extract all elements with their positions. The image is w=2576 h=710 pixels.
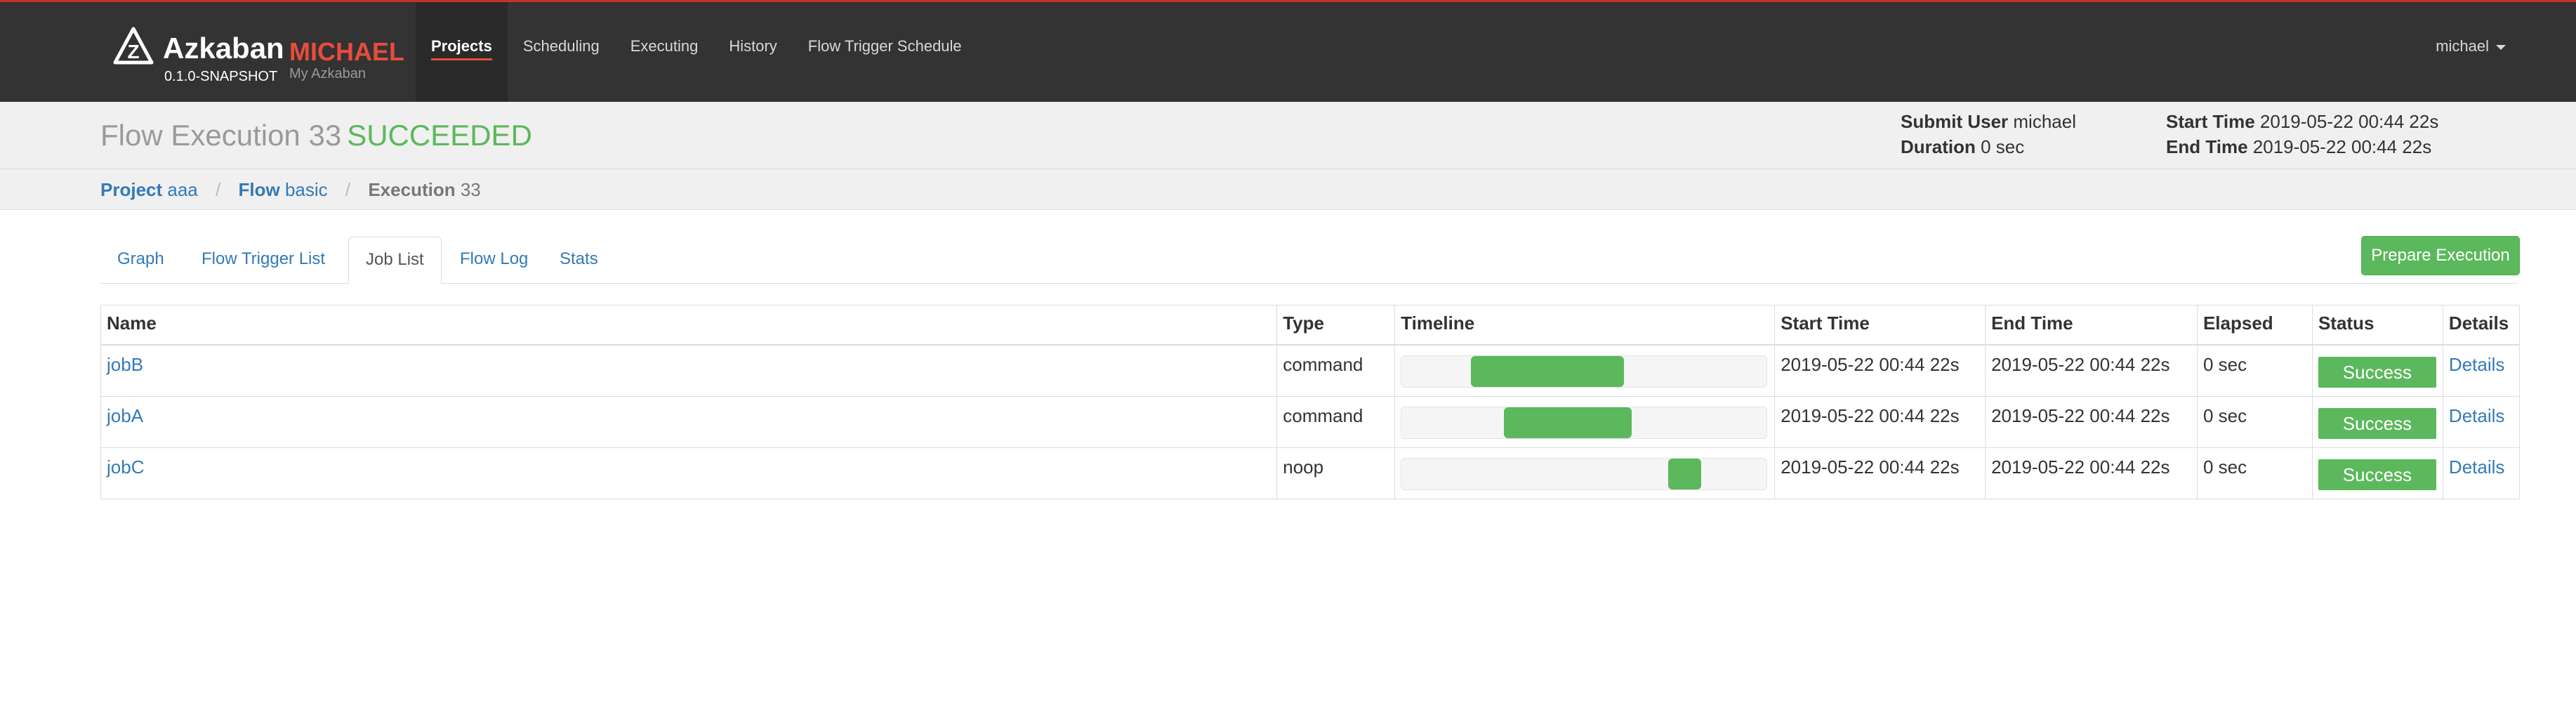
job-elapsed: 0 sec	[2196, 447, 2313, 499]
job-details-link[interactable]: Details	[2449, 456, 2504, 478]
end-time-value: 2019-05-22 00:44 22s	[2252, 136, 2432, 157]
job-list-table: Name Type Timeline Start Time End Time E…	[100, 305, 2521, 499]
breadcrumb-project-value: aaa	[167, 179, 198, 200]
breadcrumb-project-label: Project	[100, 179, 163, 200]
status-badge: Success	[2318, 407, 2436, 439]
user-name: michael	[2436, 37, 2489, 55]
job-start-time: 2019-05-22 00:44 22s	[1774, 447, 1986, 499]
column-header: Details	[2442, 305, 2521, 346]
job-end-time: 2019-05-22 00:44 22s	[1985, 395, 2198, 448]
column-header: Type	[1276, 305, 1396, 346]
nav-flow-trigger-schedule[interactable]: Flow Trigger Schedule	[793, 2, 977, 104]
main-nav: Projects Scheduling Executing History Fl…	[416, 2, 977, 104]
job-details-link[interactable]: Details	[2449, 405, 2504, 426]
active-underline	[431, 58, 492, 60]
start-time-value: 2019-05-22 00:44 22s	[2259, 111, 2439, 132]
page-title: Flow Execution 33 SUCCEEDED	[100, 119, 532, 152]
job-details-link[interactable]: Details	[2449, 354, 2504, 375]
tab-stats[interactable]: Stats	[543, 237, 615, 283]
job-start-time: 2019-05-22 00:44 22s	[1774, 395, 1986, 448]
breadcrumb-items: Project aaa / Flow basic / Execution 33	[100, 178, 481, 202]
status-badge: Success	[2318, 356, 2436, 388]
breadcrumb-project[interactable]: Project aaa	[100, 179, 198, 200]
execution-title: Flow Execution 33	[100, 119, 342, 152]
job-timeline	[1401, 406, 1768, 439]
column-header: Name	[100, 305, 1278, 346]
end-time-label: End Time	[2166, 136, 2248, 157]
job-elapsed: 0 sec	[2196, 344, 2313, 397]
tab-flow-trigger-list[interactable]: Flow Trigger List	[185, 237, 342, 283]
breadcrumb-execution-label: Execution	[368, 179, 456, 200]
tab-graph[interactable]: Graph	[100, 237, 181, 283]
job-end-time: 2019-05-22 00:44 22s	[1985, 447, 2198, 499]
submit-user-label: Submit User	[1901, 111, 2009, 132]
brand[interactable]: Z Azkaban MICHAEL 0.1.0-SNAPSHOT My Azka…	[107, 22, 404, 86]
azkaban-logo-icon: Z	[113, 27, 154, 65]
top-navbar: Z Azkaban MICHAEL 0.1.0-SNAPSHOT My Azka…	[0, 0, 2576, 104]
column-header: End Time	[1985, 305, 2198, 346]
table-row: jobB command 2019-05-22 00:44 22s 2019-0…	[100, 344, 2521, 397]
table-row: jobA command 2019-05-22 00:44 22s 2019-0…	[100, 395, 2521, 448]
job-end-time: 2019-05-22 00:44 22s	[1985, 344, 2198, 397]
svg-text:Z: Z	[127, 41, 139, 63]
breadcrumb-separator: /	[216, 179, 221, 200]
job-name-link[interactable]: jobC	[107, 456, 144, 478]
timeline-bar	[1471, 355, 1625, 387]
nav-label: Projects	[431, 37, 492, 55]
job-type: command	[1276, 344, 1396, 397]
execution-meta-left: Submit User michael Duration 0 sec	[1901, 109, 2076, 159]
job-type: command	[1276, 395, 1396, 448]
nav-scheduling[interactable]: Scheduling	[508, 2, 615, 104]
breadcrumb: Project aaa / Flow basic / Execution 33	[0, 169, 2576, 210]
nav-label: History	[729, 37, 777, 55]
tab-job-list[interactable]: Job List	[348, 237, 442, 284]
nav-executing[interactable]: Executing	[615, 2, 714, 104]
column-header: Start Time	[1774, 305, 1986, 346]
submit-user-value: michael	[2013, 111, 2076, 132]
table-row: jobC noop 2019-05-22 00:44 22s 2019-05-2…	[100, 447, 2521, 499]
breadcrumb-flow-value: basic	[284, 179, 328, 200]
nav-projects[interactable]: Projects	[416, 2, 508, 104]
tab-flow-log[interactable]: Flow Log	[443, 237, 545, 283]
nav-label: Executing	[630, 37, 699, 55]
breadcrumb-flow[interactable]: Flow basic	[238, 179, 327, 200]
job-type: noop	[1276, 447, 1396, 499]
timeline-bar	[1503, 407, 1632, 438]
brand-subtitle: My Azkaban	[289, 66, 366, 81]
job-name-link[interactable]: jobA	[107, 405, 143, 426]
column-header: Status	[2311, 305, 2443, 346]
table-header-row: Name Type Timeline Start Time End Time E…	[100, 305, 2521, 346]
breadcrumb-execution-value: 33	[460, 179, 481, 200]
execution-meta-right: Start Time 2019-05-22 00:44 22s End Time…	[2166, 109, 2438, 159]
job-start-time: 2019-05-22 00:44 22s	[1774, 344, 1986, 397]
user-menu[interactable]: michael	[2436, 37, 2506, 55]
duration-label: Duration	[1901, 136, 1976, 157]
nav-label: Scheduling	[522, 37, 600, 55]
brand-name: Azkaban	[163, 32, 284, 65]
breadcrumb-separator: /	[345, 179, 351, 200]
start-time-label: Start Time	[2166, 111, 2255, 132]
status-badge: Success	[2318, 459, 2436, 490]
column-header: Timeline	[1394, 305, 1776, 346]
execution-tabs: Graph Flow Trigger List Job List Flow Lo…	[100, 237, 2517, 284]
timeline-bar	[1667, 458, 1701, 489]
execution-header: Flow Execution 33 SUCCEEDED Submit User m…	[0, 102, 2576, 169]
prepare-execution-button[interactable]: Prepare Execution	[2361, 236, 2520, 275]
column-header: Elapsed	[2196, 305, 2313, 346]
job-elapsed: 0 sec	[2196, 395, 2313, 448]
execution-status: SUCCEEDED	[347, 119, 532, 152]
job-name-link[interactable]: jobB	[107, 354, 143, 375]
job-timeline	[1401, 355, 1768, 388]
chevron-down-icon	[2496, 44, 2506, 50]
nav-label: Flow Trigger Schedule	[807, 37, 962, 55]
duration-value: 0 sec	[1981, 136, 2025, 157]
job-timeline	[1401, 457, 1768, 490]
nav-history[interactable]: History	[713, 2, 792, 104]
brand-version: 0.1.0-SNAPSHOT	[164, 69, 278, 84]
breadcrumb-flow-label: Flow	[238, 179, 280, 200]
breadcrumb-execution: Execution 33	[368, 179, 480, 200]
brand-environment: MICHAEL	[289, 37, 404, 66]
